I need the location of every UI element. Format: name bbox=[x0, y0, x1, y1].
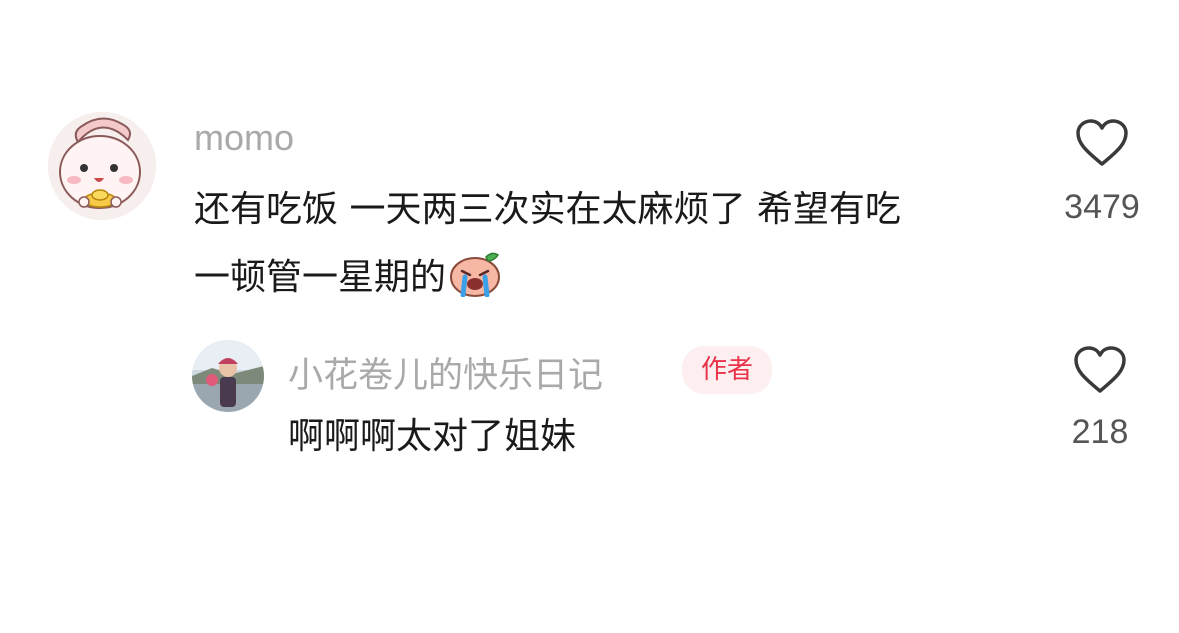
comment-text-line-2-text: 一顿管一星期的 bbox=[194, 257, 447, 298]
comment-text-line-1: 还有吃饭 一天两三次实在太麻烦了 希望有吃 bbox=[194, 189, 901, 230]
user-avatar[interactable] bbox=[192, 340, 264, 412]
username[interactable]: 小花卷儿的快乐日记 bbox=[288, 347, 603, 398]
author-badge: 作者 bbox=[682, 346, 773, 394]
photo-avatar-icon bbox=[192, 340, 264, 412]
username[interactable]: momo bbox=[194, 117, 294, 159]
user-avatar[interactable] bbox=[48, 112, 156, 220]
like-button[interactable]: 218 bbox=[1060, 345, 1140, 452]
heart-icon[interactable] bbox=[1075, 118, 1129, 168]
comment-text: 还有吃饭 一天两三次实在太麻烦了 希望有吃 一顿管一星期的 bbox=[194, 176, 901, 320]
cartoon-girl-avatar-icon bbox=[48, 112, 156, 220]
comment-text-line-2: 一顿管一星期的 bbox=[194, 244, 901, 320]
like-button[interactable]: 3479 bbox=[1052, 118, 1152, 227]
reply-text: 啊啊啊太对了姐妹 bbox=[288, 416, 577, 457]
like-count: 218 bbox=[1071, 413, 1129, 451]
crying-face-emoji-icon bbox=[448, 249, 502, 320]
heart-icon[interactable] bbox=[1073, 345, 1127, 395]
like-count: 3479 bbox=[1064, 188, 1140, 226]
